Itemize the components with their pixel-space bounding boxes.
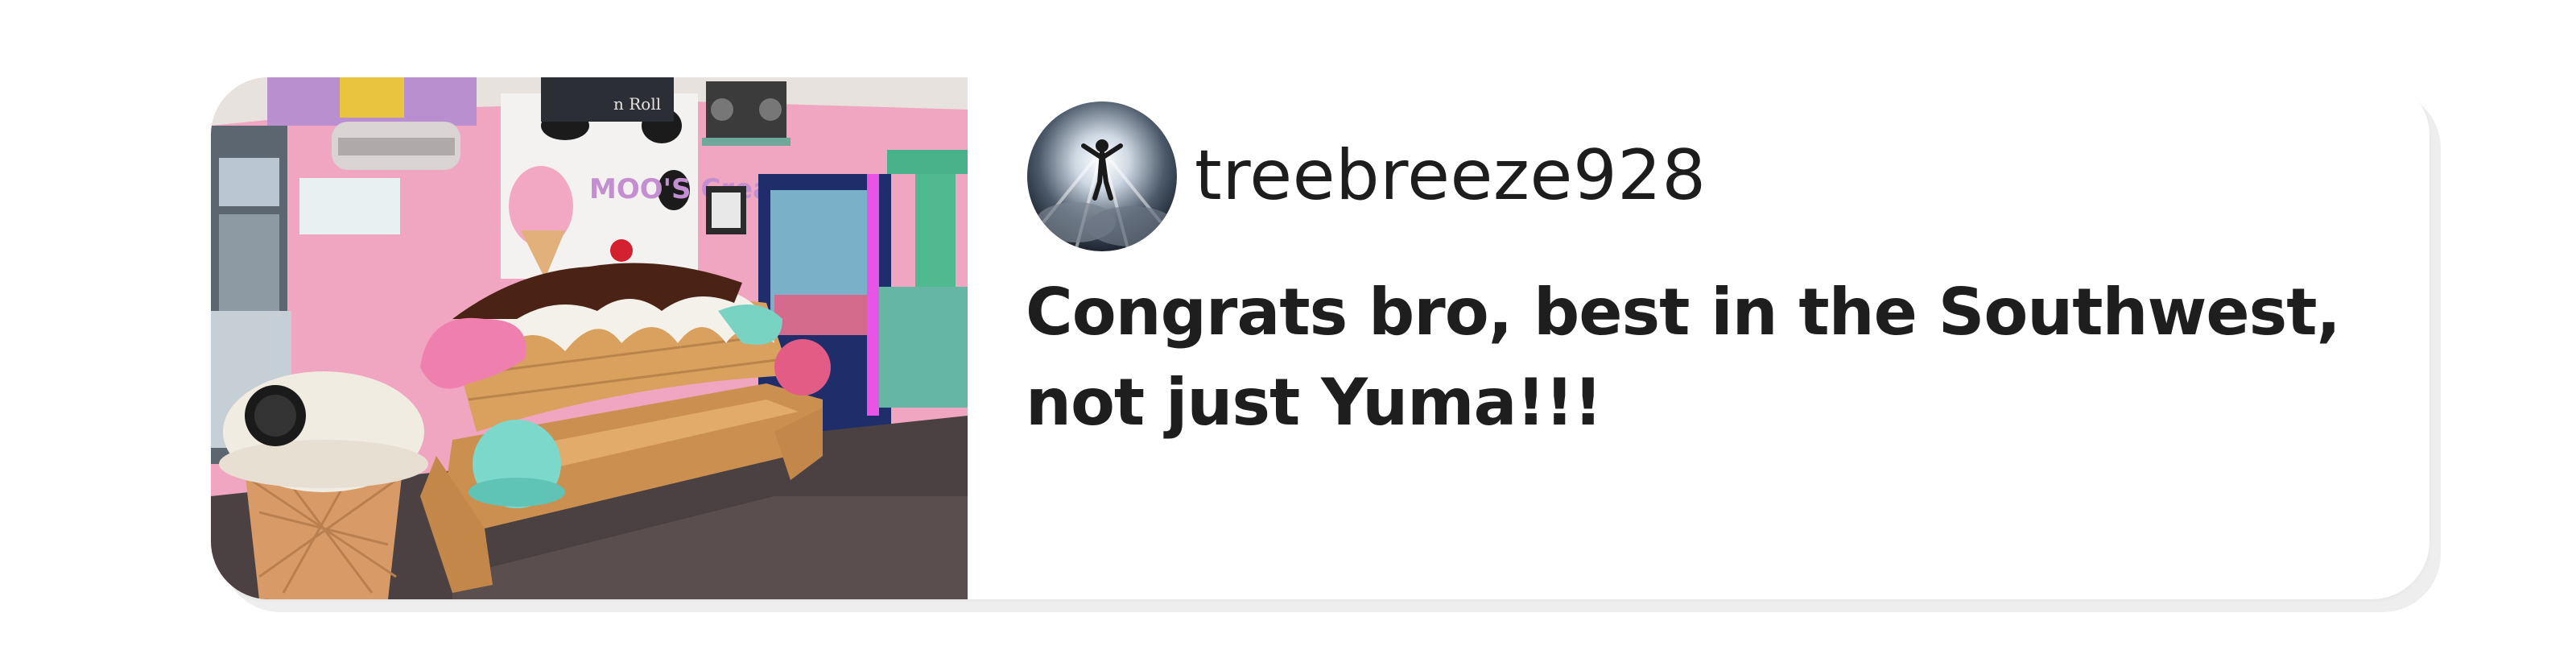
username[interactable]: treebreeze928 <box>1195 127 1707 224</box>
comment-text: Congrats bro, best in the Southwest, not… <box>1026 275 2341 440</box>
avatar[interactable] <box>1027 101 1177 251</box>
svg-text:n Roll: n Roll <box>613 94 661 114</box>
person-in-light-avatar-icon <box>1027 101 1177 251</box>
comment-card: MOO'S Creamery n Roll <box>211 77 2429 599</box>
shop-photo[interactable]: MOO'S Creamery n Roll <box>211 77 968 599</box>
ice-cream-bench-image: MOO'S Creamery n Roll <box>211 77 968 599</box>
